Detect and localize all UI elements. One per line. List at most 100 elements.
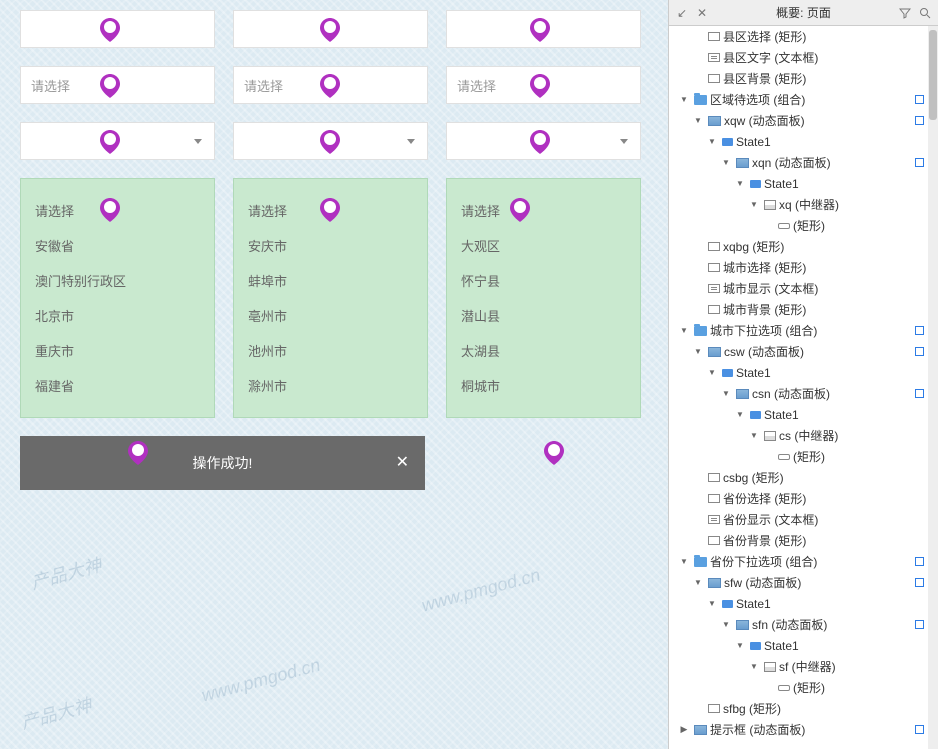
annotation-pin-3[interactable]: 3: [100, 130, 120, 154]
tree-row[interactable]: xqbg (矩形): [669, 236, 928, 257]
list-item[interactable]: 太湖县: [447, 333, 640, 368]
annotation-pin-7[interactable]: 7: [320, 130, 340, 154]
tree-row[interactable]: 县区选择 (矩形): [669, 26, 928, 47]
annotation-pin-13[interactable]: 13: [128, 441, 148, 465]
expand-toggle[interactable]: [677, 93, 691, 107]
tree-row[interactable]: 省份背景 (矩形): [669, 530, 928, 551]
list-item[interactable]: 重庆市: [21, 333, 214, 368]
annotation-pin-5[interactable]: 5: [320, 18, 340, 42]
list-item[interactable]: 蚌埠市: [234, 263, 427, 298]
list-item[interactable]: 怀宁县: [447, 263, 640, 298]
annotation-pin-10[interactable]: 10: [530, 74, 550, 98]
tree-row[interactable]: State1: [669, 362, 928, 383]
tree-row[interactable]: State1: [669, 131, 928, 152]
expand-toggle[interactable]: [705, 366, 719, 380]
collapse-icon[interactable]: ↙: [675, 6, 689, 20]
tree-row[interactable]: 县区背景 (矩形): [669, 68, 928, 89]
close-panel-icon[interactable]: ✕: [695, 6, 709, 20]
expand-toggle[interactable]: [747, 198, 761, 212]
tree-row[interactable]: State1: [669, 635, 928, 656]
tree-row[interactable]: sf (中继器): [669, 656, 928, 677]
expand-toggle[interactable]: [677, 555, 691, 569]
close-icon[interactable]: ✕: [396, 452, 409, 472]
placement-marker-icon: [915, 620, 924, 629]
folder-icon: [694, 95, 707, 105]
tree-row[interactable]: ▶提示框 (动态面板): [669, 719, 928, 740]
tree-row[interactable]: 城市背景 (矩形): [669, 299, 928, 320]
tree-row[interactable]: 区域待选项 (组合): [669, 89, 928, 110]
tree-row[interactable]: (矩形): [669, 446, 928, 467]
annotation-pin-14[interactable]: 14: [544, 441, 564, 465]
expand-toggle[interactable]: [733, 639, 747, 653]
tree-label: 县区背景 (矩形): [723, 70, 924, 87]
tree-row[interactable]: 县区文字 (文本框): [669, 47, 928, 68]
expand-toggle[interactable]: [719, 156, 733, 170]
tree-row[interactable]: State1: [669, 173, 928, 194]
design-canvas[interactable]: 产品大神 www.pmgod.cn www.pmgod.cn 产品大神 请选择 …: [0, 0, 668, 749]
expand-toggle[interactable]: [733, 408, 747, 422]
expand-toggle[interactable]: [733, 177, 747, 191]
list-item[interactable]: 大观区: [447, 228, 640, 263]
list-item[interactable]: 安庆市: [234, 228, 427, 263]
expand-toggle[interactable]: [747, 429, 761, 443]
expand-toggle[interactable]: [691, 576, 705, 590]
expand-toggle[interactable]: [691, 114, 705, 128]
tree-row[interactable]: 省份选择 (矩形): [669, 488, 928, 509]
list-item[interactable]: 亳州市: [234, 298, 427, 333]
tree-row[interactable]: 城市下拉选项 (组合): [669, 320, 928, 341]
tree-row[interactable]: sfn (动态面板): [669, 614, 928, 635]
expand-toggle[interactable]: [691, 345, 705, 359]
expand-toggle[interactable]: [677, 324, 691, 338]
outline-tree[interactable]: 县区选择 (矩形)县区文字 (文本框)县区背景 (矩形)区域待选项 (组合)xq…: [669, 26, 938, 749]
district-options[interactable]: 请选择大观区怀宁县潜山县太湖县桐城市: [446, 178, 641, 418]
expand-toggle[interactable]: [719, 618, 733, 632]
tree-row[interactable]: sfw (动态面板): [669, 572, 928, 593]
expand-toggle[interactable]: ▶: [677, 723, 691, 737]
list-item[interactable]: 桐城市: [447, 368, 640, 403]
tree-row[interactable]: xq (中继器): [669, 194, 928, 215]
tree-row[interactable]: cs (中继器): [669, 425, 928, 446]
list-item[interactable]: 福建省: [21, 368, 214, 403]
scrollbar-thumb[interactable]: [929, 30, 937, 120]
watermark: www.pmgod.cn: [419, 565, 542, 617]
expand-toggle[interactable]: [719, 387, 733, 401]
annotation-pin-1[interactable]: 1: [100, 18, 120, 42]
tree-row[interactable]: xqw (动态面板): [669, 110, 928, 131]
tree-row[interactable]: csbg (矩形): [669, 467, 928, 488]
placement-marker-icon: [915, 389, 924, 398]
state-icon: [750, 180, 761, 188]
annotation-pin-2[interactable]: 2: [100, 74, 120, 98]
expand-toggle[interactable]: [747, 660, 761, 674]
tree-row[interactable]: xqn (动态面板): [669, 152, 928, 173]
annotation-pin-4[interactable]: 4: [100, 198, 120, 222]
tree-row[interactable]: csn (动态面板): [669, 383, 928, 404]
list-item[interactable]: 安徽省: [21, 228, 214, 263]
search-icon[interactable]: [918, 6, 932, 20]
list-item[interactable]: 池州市: [234, 333, 427, 368]
list-item[interactable]: 潜山县: [447, 298, 640, 333]
annotation-pin-11[interactable]: 11: [530, 130, 550, 154]
tree-row[interactable]: (矩形): [669, 677, 928, 698]
tree-row[interactable]: State1: [669, 404, 928, 425]
list-item[interactable]: 澳门特别行政区: [21, 263, 214, 298]
tree-row[interactable]: 省份下拉选项 (组合): [669, 551, 928, 572]
annotation-pin-12[interactable]: 12: [510, 198, 530, 222]
expand-toggle: [761, 681, 775, 695]
tree-row[interactable]: 省份显示 (文本框): [669, 509, 928, 530]
list-item[interactable]: 滁州市: [234, 368, 427, 403]
expand-toggle[interactable]: [705, 597, 719, 611]
tree-row[interactable]: csw (动态面板): [669, 341, 928, 362]
annotation-pin-8[interactable]: 8: [320, 198, 340, 222]
annotation-pin-9[interactable]: 9: [530, 18, 550, 42]
tree-row[interactable]: 城市选择 (矩形): [669, 257, 928, 278]
tree-row[interactable]: State1: [669, 593, 928, 614]
tree-label: 县区选择 (矩形): [723, 28, 924, 45]
tree-row[interactable]: sfbg (矩形): [669, 698, 928, 719]
tree-row[interactable]: 城市显示 (文本框): [669, 278, 928, 299]
filter-icon[interactable]: [898, 6, 912, 20]
tree-row[interactable]: (矩形): [669, 215, 928, 236]
annotation-pin-6[interactable]: 6: [320, 74, 340, 98]
expand-toggle[interactable]: [705, 135, 719, 149]
list-item[interactable]: 请选择: [447, 193, 640, 228]
list-item[interactable]: 北京市: [21, 298, 214, 333]
